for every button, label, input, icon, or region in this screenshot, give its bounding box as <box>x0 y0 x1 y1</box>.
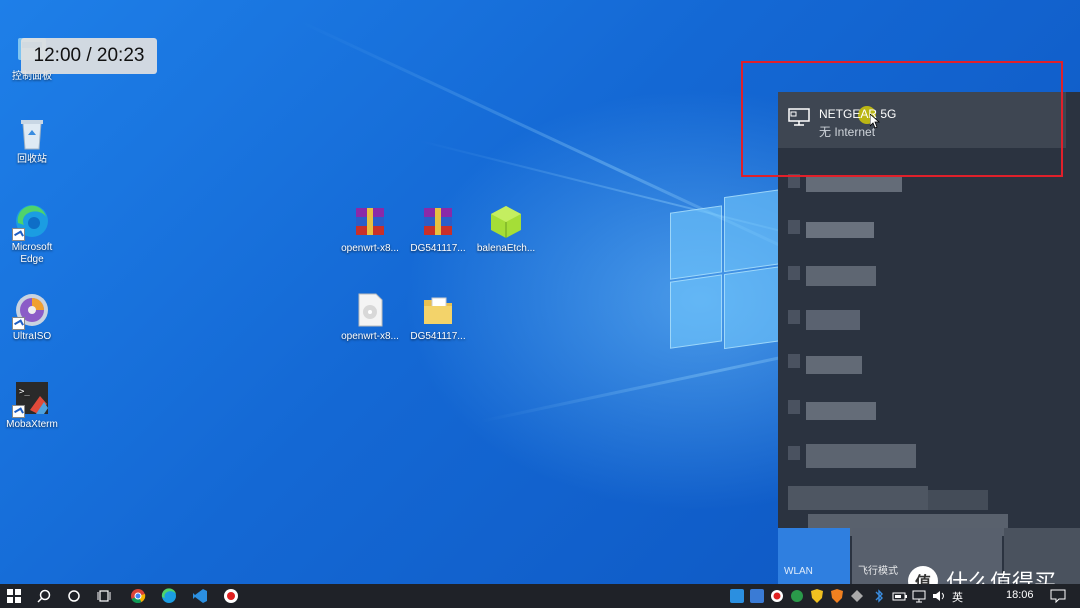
network-icon[interactable] <box>912 589 926 603</box>
input-language-indicator[interactable]: 英 <box>952 589 963 605</box>
desktop-icon-label: 回收站 <box>17 154 47 165</box>
bluetooth-icon[interactable] <box>872 589 886 603</box>
tray-record-icon[interactable] <box>770 589 784 603</box>
taskbar-clock[interactable]: 18:06 <box>1006 589 1034 601</box>
desktop-icon-label: DG541117... <box>410 243 466 254</box>
desktop-icon-label: UltraISO <box>12 331 52 342</box>
record-icon[interactable] <box>217 584 245 608</box>
network-item[interactable] <box>778 216 1080 252</box>
tray-app-icon[interactable] <box>730 589 744 603</box>
desktop-file-openwrt-image[interactable]: openwrt-x8... <box>338 292 402 343</box>
taskbar: 英 18:06 <box>0 584 1080 608</box>
desktop-icon-recycle-bin[interactable]: 回收站 <box>0 115 64 166</box>
battery-icon[interactable] <box>892 589 908 603</box>
balena-etcher-icon <box>488 204 524 240</box>
desktop-icon-label: DG541117... <box>410 331 466 342</box>
quick-action-label: WLAN <box>784 566 813 577</box>
quick-action-label: 飞行模式 <box>858 566 898 577</box>
windows-logo-wallpaper <box>670 177 782 362</box>
windows-start-icon[interactable] <box>0 584 28 608</box>
disk-image-file-icon <box>352 292 388 328</box>
desktop-icon-mobaxterm[interactable]: >_ MobaXterm <box>0 380 64 431</box>
shortcut-arrow-icon <box>12 317 25 330</box>
network-item[interactable] <box>778 396 1080 432</box>
ultraiso-icon <box>12 292 50 330</box>
desktop-file-balena-etcher[interactable]: balenaEtch... <box>474 204 538 255</box>
tray-gray-icon[interactable] <box>850 589 864 603</box>
mobaxterm-icon: >_ <box>12 380 50 418</box>
winrar-archive-icon <box>420 204 456 240</box>
volume-icon[interactable] <box>932 589 946 603</box>
video-timestamp: 12:00 / 20:23 <box>21 38 157 74</box>
notification-center-icon[interactable] <box>1050 589 1066 603</box>
desktop-file-openwrt-archive[interactable]: openwrt-x8... <box>338 204 402 255</box>
desktop-icon-edge[interactable]: Microsoft Edge <box>0 203 64 266</box>
svg-text:>_: >_ <box>19 387 30 397</box>
desktop-icon-label: balenaEtch... <box>476 243 536 254</box>
desktop-icon-label: MobaXterm <box>6 419 58 430</box>
network-item[interactable] <box>778 262 1080 298</box>
desktop-icon-label: Microsoft Edge <box>11 242 53 265</box>
cortana-icon[interactable] <box>60 584 88 608</box>
desktop-icon-label: openwrt-x8... <box>341 331 399 342</box>
desktop-file-dg541117-archive[interactable]: DG541117... <box>406 204 470 255</box>
network-item[interactable] <box>778 350 1080 386</box>
desktop-icon-label: openwrt-x8... <box>341 243 399 254</box>
desktop-icon-ultraiso[interactable]: UltraISO <box>0 292 64 343</box>
edge-icon[interactable] <box>155 584 183 608</box>
folder-icon <box>420 292 456 328</box>
chrome-icon[interactable] <box>124 584 152 608</box>
tray-orange-icon[interactable] <box>830 589 844 603</box>
tray-app-icon[interactable] <box>750 589 764 603</box>
desktop-folder-dg541117[interactable]: DG541117... <box>406 292 470 343</box>
network-item[interactable] <box>778 442 1080 478</box>
quick-action-wlan[interactable]: WLAN <box>778 528 850 584</box>
tray-green-icon[interactable] <box>790 589 804 603</box>
network-item[interactable] <box>778 306 1080 342</box>
edge-icon <box>12 203 50 241</box>
recycle-bin-icon <box>14 115 50 151</box>
tray-shield-icon[interactable] <box>810 589 824 603</box>
task-view-icon[interactable] <box>90 584 118 608</box>
search-icon[interactable] <box>30 584 58 608</box>
shortcut-arrow-icon <box>12 228 25 241</box>
winrar-archive-icon <box>352 204 388 240</box>
vscode-icon[interactable] <box>186 584 214 608</box>
shortcut-arrow-icon <box>12 405 25 418</box>
annotation-highlight-box <box>741 61 1063 177</box>
